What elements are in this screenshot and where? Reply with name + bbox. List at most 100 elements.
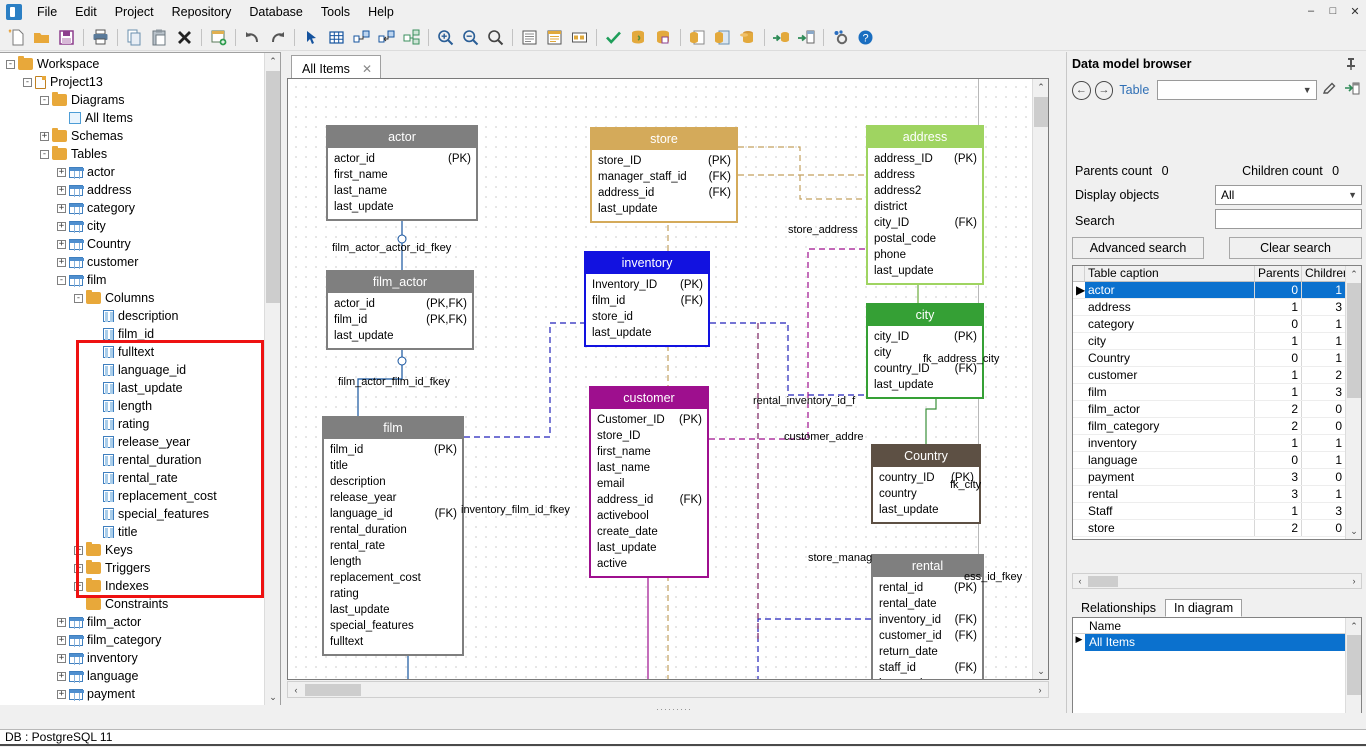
menu-project[interactable]: Project (106, 2, 163, 22)
print-icon[interactable] (88, 25, 113, 49)
expand-toggle-icon[interactable]: + (57, 672, 66, 681)
table-row[interactable]: address13a (1073, 299, 1361, 316)
save-icon[interactable] (54, 25, 79, 49)
tree-item-rental-rate[interactable]: rental_rate (0, 469, 264, 487)
goto-table-icon[interactable] (1342, 81, 1362, 99)
tab-all-items[interactable]: All Items ✕ (291, 55, 381, 78)
expand-toggle-icon[interactable]: + (57, 240, 66, 249)
tree-item-city[interactable]: +city (0, 217, 264, 235)
clear-search-button[interactable]: Clear search (1229, 237, 1362, 259)
tree-item-payment[interactable]: +payment (0, 685, 264, 703)
pointer-icon[interactable] (299, 25, 324, 49)
diagram-horizontal-scrollbar[interactable]: ‹ › (287, 681, 1049, 698)
close-button[interactable]: ✕ (1344, 0, 1366, 22)
back-arrow-icon[interactable]: ← (1072, 81, 1091, 100)
tree-item-workspace[interactable]: -Workspace (0, 55, 264, 73)
zoom-fit-icon[interactable] (483, 25, 508, 49)
open-folder-icon[interactable] (29, 25, 54, 49)
grid-scroll-up-arrow[interactable]: ⌃ (1346, 266, 1362, 282)
col-table-caption[interactable]: Table caption (1085, 266, 1255, 281)
tree-item-keys[interactable]: +Keys (0, 541, 264, 559)
tree-item-film[interactable]: -film (0, 271, 264, 289)
tree-item-tables[interactable]: -Tables (0, 145, 264, 163)
table-row[interactable]: language01l (1073, 452, 1361, 469)
database-stack-icon[interactable] (735, 25, 760, 49)
tree-item-address[interactable]: +address (0, 181, 264, 199)
table-row[interactable]: city11c (1073, 333, 1361, 350)
generate-sql-icon[interactable] (626, 25, 651, 49)
tree-item-replacement-cost[interactable]: replacement_cost (0, 487, 264, 505)
table-row[interactable]: film_category20f (1073, 418, 1361, 435)
collapse-toggle-icon[interactable]: - (74, 294, 83, 303)
table-link[interactable]: Table (1119, 83, 1149, 97)
copy-icon[interactable] (122, 25, 147, 49)
paste-icon[interactable] (147, 25, 172, 49)
delete-icon[interactable] (172, 25, 197, 49)
grid-vertical-scrollbar[interactable]: ⌃ ⌄ (1345, 266, 1361, 539)
project-tree[interactable]: -Workspace-Project13-DiagramsAll Items+S… (0, 55, 264, 703)
list-scroll-up-arrow[interactable]: ⌃ (1346, 618, 1362, 634)
grid-hscroll-thumb[interactable] (1088, 576, 1118, 587)
tree-item-constraints[interactable]: Constraints (0, 595, 264, 613)
search-input[interactable] (1215, 209, 1362, 229)
table-select[interactable]: ▼ (1157, 80, 1316, 100)
view-detail-icon[interactable] (542, 25, 567, 49)
table-row[interactable]: category01c (1073, 316, 1361, 333)
entity-address[interactable]: addressaddress_ID(PK)addressaddress2dist… (866, 125, 984, 285)
forward-arrow-icon[interactable]: → (1095, 81, 1114, 100)
new-table-icon[interactable] (206, 25, 231, 49)
help-icon[interactable]: ? (853, 25, 878, 49)
diagram-hscroll-thumb[interactable] (305, 684, 361, 696)
entity-store[interactable]: storestore_ID(PK)manager_staff_id(FK)add… (590, 127, 738, 223)
validate-model-icon[interactable] (601, 25, 626, 49)
tree-item-schemas[interactable]: +Schemas (0, 127, 264, 145)
relation-tool-many-icon[interactable] (374, 25, 399, 49)
menu-edit[interactable]: Edit (66, 2, 106, 22)
tree-vertical-scrollbar[interactable]: ⌃ ⌄ (264, 53, 280, 705)
pencil-icon[interactable] (1321, 81, 1339, 99)
expand-toggle-icon[interactable]: + (57, 204, 66, 213)
entity-inventory[interactable]: inventoryInventory_ID(PK)film_id(FK)stor… (584, 251, 710, 347)
list-vscroll-thumb[interactable] (1347, 635, 1361, 695)
tree-item-triggers[interactable]: +Triggers (0, 559, 264, 577)
settings-icon[interactable] (828, 25, 853, 49)
col-parents[interactable]: Parents (1255, 266, 1302, 281)
tab-in-diagram[interactable]: In diagram (1165, 599, 1242, 617)
tree-item-special-features[interactable]: special_features (0, 505, 264, 523)
tree-item-length[interactable]: length (0, 397, 264, 415)
display-objects-select[interactable]: All ▼ (1215, 185, 1362, 205)
tree-item-actor[interactable]: +actor (0, 163, 264, 181)
diagram-scroll-left-arrow[interactable]: ‹ (288, 685, 304, 695)
minimize-button[interactable]: – (1300, 0, 1322, 22)
tree-scroll-up-arrow[interactable]: ⌃ (265, 53, 281, 69)
diagram-canvas[interactable]: actoractor_id(PK)first_namelast_namelast… (288, 79, 1048, 679)
pin-icon[interactable] (1344, 57, 1358, 71)
table-row[interactable]: customer12c (1073, 367, 1361, 384)
list-item[interactable]: ▶ All Items (1073, 634, 1361, 651)
grid-scroll-down-arrow[interactable]: ⌄ (1346, 523, 1362, 539)
tab-relationships[interactable]: Relationships (1072, 599, 1165, 617)
expand-toggle-icon[interactable]: + (57, 654, 66, 663)
expand-toggle-icon[interactable]: + (57, 618, 66, 627)
grid-scroll-right-arrow[interactable]: › (1347, 576, 1361, 586)
tree-item-country[interactable]: +Country (0, 235, 264, 253)
entity-city[interactable]: citycity_ID(PK)citycountry_ID(FK)last_up… (866, 303, 984, 399)
save-model-icon[interactable] (651, 25, 676, 49)
tree-item-all-items[interactable]: All Items (0, 109, 264, 127)
col-children[interactable]: Children (1302, 266, 1346, 281)
tree-item-diagrams[interactable]: -Diagrams (0, 91, 264, 109)
table-row[interactable]: payment30p (1073, 469, 1361, 486)
forward-engineer-icon[interactable] (794, 25, 819, 49)
maximize-button[interactable]: □ (1322, 0, 1344, 22)
tree-item-film-category[interactable]: +film_category (0, 631, 264, 649)
reverse-engineer-icon[interactable] (769, 25, 794, 49)
tree-item-language-id[interactable]: language_id (0, 361, 264, 379)
expand-toggle-icon[interactable]: + (57, 636, 66, 645)
tree-item-inventory[interactable]: +inventory (0, 649, 264, 667)
tree-item-description[interactable]: description (0, 307, 264, 325)
table-row[interactable]: store20s (1073, 520, 1361, 537)
horizontal-splitter[interactable]: ········· (283, 705, 1065, 713)
expand-toggle-icon[interactable]: + (57, 222, 66, 231)
expand-toggle-icon[interactable]: + (57, 186, 66, 195)
expand-toggle-icon[interactable]: + (74, 564, 83, 573)
